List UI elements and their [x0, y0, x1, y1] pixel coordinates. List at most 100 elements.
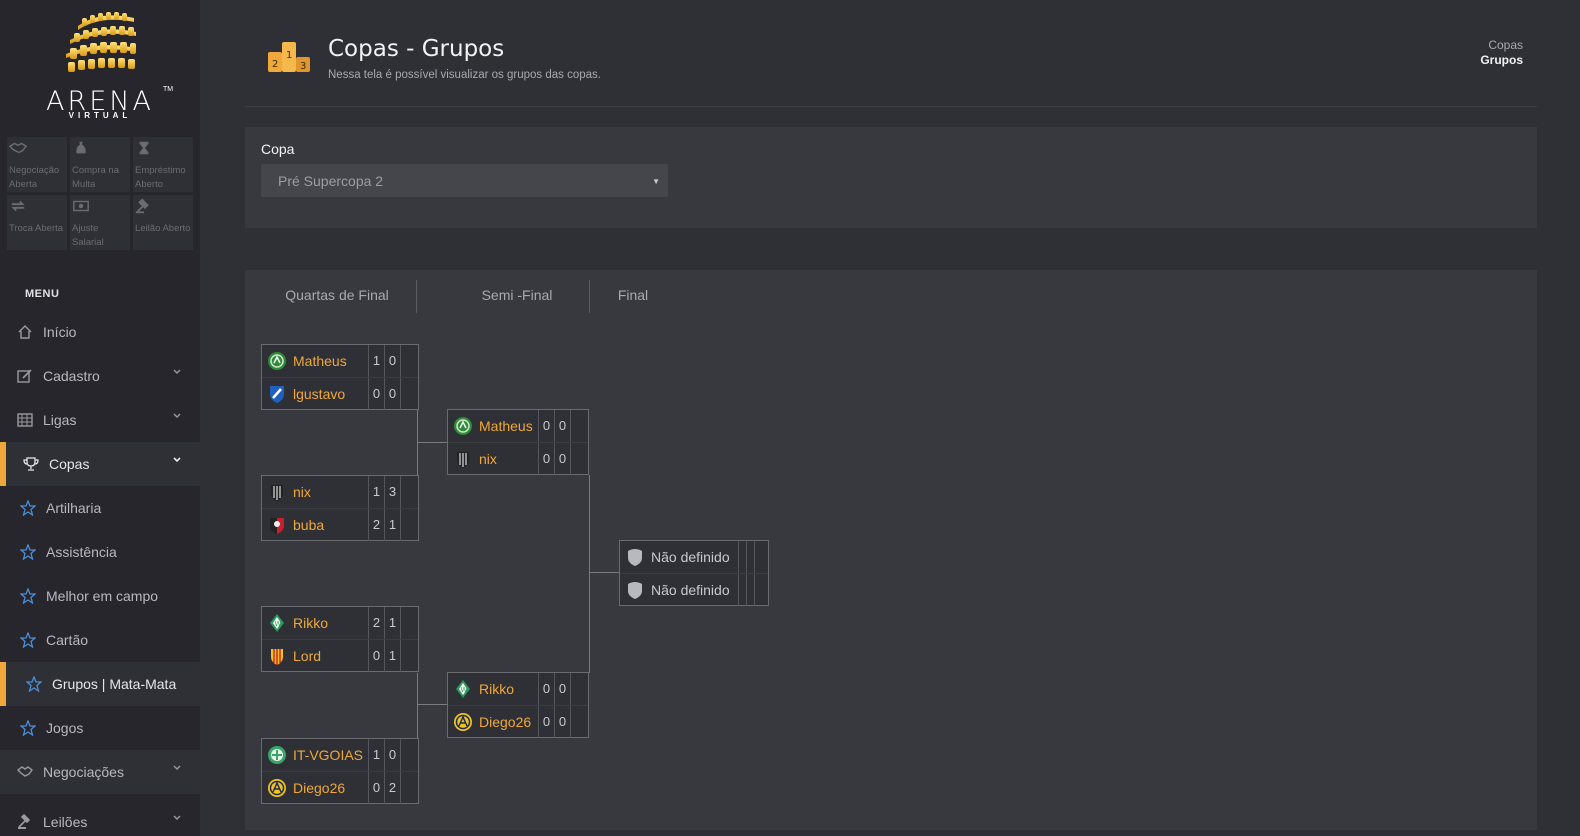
bracket-connector — [417, 410, 418, 476]
menu-item-leiloes[interactable]: Leilões — [0, 800, 200, 836]
quick-label: Compra na Multa — [72, 165, 119, 190]
score-leg-1: 1 — [368, 476, 384, 508]
money-bag-icon — [72, 140, 94, 156]
bracket-panel: Quartas de Final Semi -Final Final Mathe… — [245, 270, 1537, 830]
team-name: Rikko — [479, 681, 515, 697]
menu-heading: MENU — [25, 288, 60, 300]
round-divider — [589, 280, 590, 313]
copa-select-value: Pré Supercopa 2 — [278, 173, 384, 189]
score-empty — [570, 673, 586, 705]
chevron-down-icon — [173, 369, 181, 374]
score-leg-1: 2 — [368, 509, 384, 541]
score-leg-1: 2 — [368, 607, 384, 639]
handshake-icon — [16, 763, 34, 781]
svg-text:2: 2 — [272, 59, 278, 70]
score-leg-1: 0 — [538, 673, 554, 705]
striped-crest-icon — [267, 482, 287, 502]
quick-leilao[interactable]: Leilão Aberto — [133, 195, 193, 250]
menu-item-label: Melhor em campo — [46, 588, 159, 604]
green-crest-icon — [453, 416, 473, 436]
quick-emprestimo[interactable]: Empréstimo Aberto — [133, 137, 193, 192]
america-crest-icon — [453, 712, 473, 732]
quick-negociacao[interactable]: Negociação Aberta — [7, 137, 67, 192]
celtic-crest-icon — [267, 745, 287, 765]
chevron-down-icon — [173, 413, 181, 418]
score-empty — [400, 345, 416, 377]
quick-label: Ajuste Salarial — [72, 223, 104, 248]
menu-item-cadastro[interactable]: Cadastro — [0, 354, 200, 398]
table-icon — [16, 411, 34, 429]
match-quarter-1[interactable]: Matheus 1 0 lgustavo 0 0 — [261, 344, 419, 410]
menu-item-label: Copas — [49, 456, 90, 472]
score-empty — [754, 574, 770, 606]
arena-logo[interactable]: ARENA TM VIRTUAL — [30, 8, 174, 120]
match-team-row: Matheus 0 0 — [448, 410, 588, 442]
menu-item-negociacoes[interactable]: Negociações — [0, 750, 200, 794]
score-leg-2: 0 — [384, 378, 400, 410]
brand-tm: TM — [163, 86, 174, 93]
menu-item-label: Ligas — [43, 412, 77, 428]
match-team-row: lgustavo 0 0 — [262, 377, 418, 410]
match-team-row: Diego26 0 0 — [448, 705, 588, 738]
page-subtitle: Nessa tela é possível visualizar os grup… — [328, 69, 601, 81]
score-empty — [400, 476, 416, 508]
submenu-item-artilharia[interactable]: Artilharia — [0, 486, 200, 530]
score-leg-2: 0 — [554, 410, 570, 442]
bracket-connector — [589, 475, 590, 673]
star-icon — [19, 543, 37, 561]
breadcrumb-copas[interactable]: Copas — [1488, 38, 1523, 52]
menu-item-ligas[interactable]: Ligas — [0, 398, 200, 442]
score-leg-2: 1 — [384, 509, 400, 541]
bracket-connector — [417, 442, 447, 443]
menu-item-label: Negociações — [43, 764, 124, 780]
menu-item-label: Cadastro — [43, 368, 100, 384]
match-semi-2[interactable]: W Rikko 0 0 Diego26 0 0 — [447, 672, 589, 738]
team-name: IT-VGOIAS — [293, 747, 364, 763]
menu-item-inicio[interactable]: Início — [0, 310, 200, 354]
match-semi-1[interactable]: Matheus 0 0 nix 0 0 — [447, 409, 589, 475]
submenu-item-cartao[interactable]: Cartão — [0, 618, 200, 662]
quick-compra-multa[interactable]: Compra na Multa — [70, 137, 130, 192]
score-leg-2: 0 — [384, 739, 400, 771]
match-team-row: nix 1 3 — [262, 476, 418, 508]
menu-item-label: Início — [43, 324, 77, 340]
yellow-red-crest-icon — [267, 646, 287, 666]
diamond-crest-icon: W — [453, 679, 473, 699]
menu-item-label: Cartão — [46, 632, 89, 648]
match-team-row: Não definido — [620, 573, 770, 606]
score-leg-2: 2 — [384, 772, 400, 804]
match-quarter-4[interactable]: IT-VGOIAS 1 0 Diego26 0 2 — [261, 738, 419, 804]
submenu-item-melhor-em-campo[interactable]: Melhor em campo — [0, 574, 200, 618]
match-quarter-2[interactable]: nix 1 3 buba 2 1 — [261, 475, 419, 541]
score-leg-2: 3 — [384, 476, 400, 508]
score-empty — [400, 607, 416, 639]
sidebar: ARENA TM VIRTUAL Negociação Aberta Compr… — [0, 0, 200, 836]
team-name: Não definido — [651, 549, 730, 565]
match-team-row: Lord 0 1 — [262, 639, 418, 672]
star-icon — [19, 631, 37, 649]
submenu-item-assistencia[interactable]: Assistência — [0, 530, 200, 574]
menu-item-label: Artilharia — [46, 500, 102, 516]
score-empty — [570, 410, 586, 442]
submenu-item-jogos[interactable]: Jogos — [0, 706, 200, 750]
match-team-row: W Rikko 2 1 — [262, 607, 418, 639]
svg-text:W: W — [275, 620, 282, 628]
diamond-crest-icon: W — [267, 613, 287, 633]
score-leg-1: 0 — [538, 410, 554, 442]
submenu-item-grupos-mata-mata[interactable]: Grupos | Mata-Mata — [0, 662, 200, 706]
copa-select[interactable]: Pré Supercopa 2 ▼ — [261, 164, 668, 197]
quick-ajuste-salarial[interactable]: Ajuste Salarial — [70, 195, 130, 250]
chevron-down-icon — [173, 765, 181, 770]
score-leg-1: 0 — [368, 772, 384, 804]
striped-crest-icon — [453, 449, 473, 469]
team-name: Rikko — [293, 615, 329, 631]
blue-shield-icon — [267, 384, 287, 404]
caret-down-icon: ▼ — [652, 177, 660, 186]
team-name: nix — [479, 450, 497, 467]
menu-item-copas[interactable]: Copas — [0, 442, 200, 486]
team-name: Não definido — [651, 581, 730, 598]
match-final[interactable]: Não definido Não definido — [619, 540, 769, 606]
score-leg-2: 1 — [384, 607, 400, 639]
quick-troca[interactable]: Troca Aberta — [7, 195, 67, 250]
match-quarter-3[interactable]: W Rikko 2 1 Lord 0 1 — [261, 606, 419, 672]
